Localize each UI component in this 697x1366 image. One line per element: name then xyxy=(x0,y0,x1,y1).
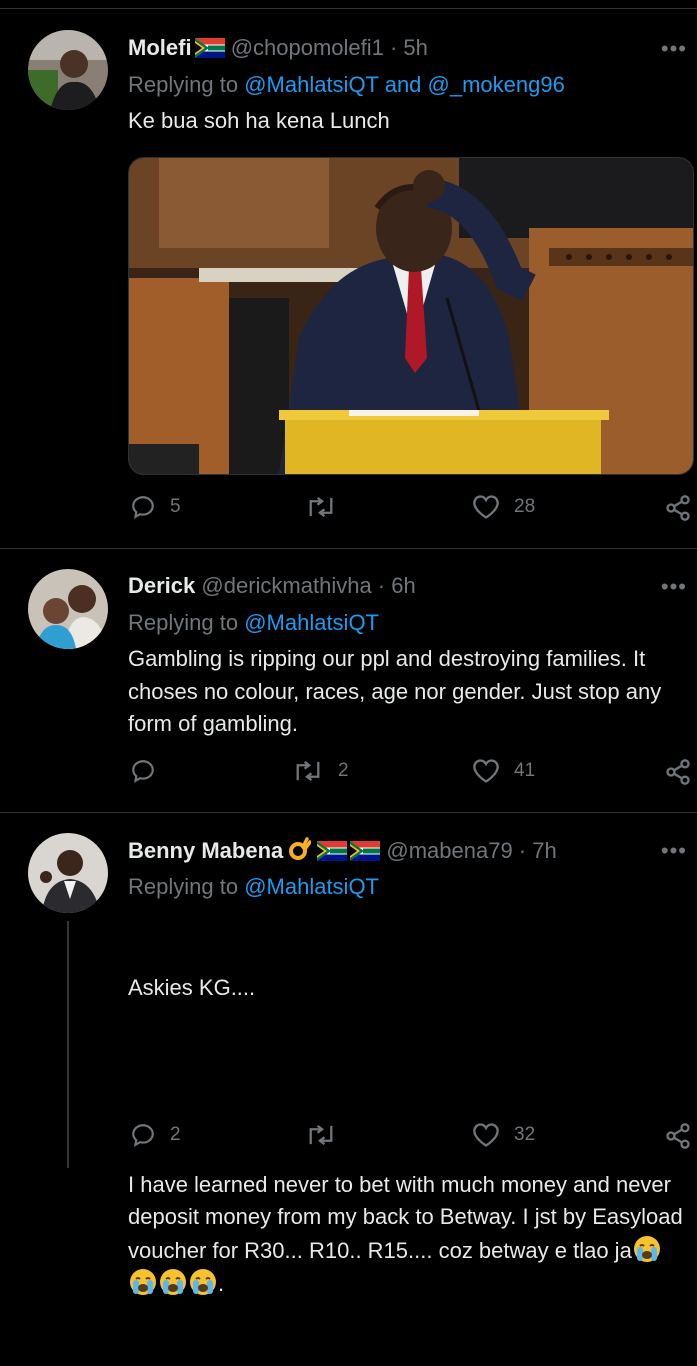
reply-mentions[interactable]: @MahlatsiQT and @_mokeng96 xyxy=(244,72,565,97)
avatar[interactable] xyxy=(28,569,108,649)
reply-count: 5 xyxy=(170,496,181,517)
display-name[interactable]: Molefi xyxy=(128,35,192,60)
replying-to-prefix: Replying to xyxy=(128,610,245,635)
reply-mentions[interactable]: @MahlatsiQT xyxy=(244,610,379,635)
tweet-text-paragraph-2: I have learned never to bet with much mo… xyxy=(128,1169,691,1301)
handle-and-time: @chopomolefi1 · 5h xyxy=(230,35,428,60)
replying-to-prefix: Replying to xyxy=(128,874,245,899)
crying-face-emoji-icon xyxy=(632,1235,662,1263)
share-icon xyxy=(664,1122,692,1150)
reply-count: 2 xyxy=(170,1124,181,1145)
tweet-text-line-1: Askies KG.... xyxy=(128,975,256,1000)
south-africa-flag-icon xyxy=(350,841,381,867)
crying-face-emoji-icon xyxy=(128,1269,158,1296)
tweet-image[interactable] xyxy=(128,157,694,475)
retweet-button[interactable] xyxy=(305,1122,351,1148)
like-count: 41 xyxy=(514,760,536,781)
replying-to: Replying to @MahlatsiQT xyxy=(128,610,379,636)
like-button[interactable]: 28 xyxy=(472,494,535,520)
share-button[interactable] xyxy=(664,1122,692,1150)
like-count: 28 xyxy=(514,496,536,517)
tweet-3[interactable]: Benny Mabena @mabena79 · 7h ••• Replying… xyxy=(0,813,697,1296)
crying-face-emoji-icon xyxy=(188,1269,218,1296)
display-name[interactable]: Benny Mabena xyxy=(128,838,283,863)
avatar[interactable] xyxy=(28,30,108,110)
reply-icon xyxy=(130,494,156,520)
replying-to-prefix: Replying to xyxy=(128,72,245,97)
retweet-button[interactable]: 2 xyxy=(292,758,349,784)
handle-and-time: @mabena79 · 7h xyxy=(386,838,557,863)
tweet-text-body: I have learned never to bet with much mo… xyxy=(128,1171,689,1263)
ok-hand-emoji-icon xyxy=(289,837,313,867)
tweet-text: Gambling is ripping our ppl and destroyi… xyxy=(128,646,668,736)
like-button[interactable]: 41 xyxy=(472,758,535,784)
reply-button[interactable] xyxy=(130,758,170,784)
avatar[interactable] xyxy=(28,833,108,913)
more-options-icon[interactable]: ••• xyxy=(661,574,687,600)
handle-and-time: @derickmathivha · 6h xyxy=(201,573,416,598)
share-button[interactable] xyxy=(664,494,692,522)
tweet-2[interactable]: Derick @derickmathivha · 6h ••• Replying… xyxy=(0,549,697,812)
tweet-header: Benny Mabena @mabena79 · 7h xyxy=(128,837,557,867)
reply-mentions[interactable]: @MahlatsiQT xyxy=(244,874,379,899)
tweet-actions: 5 28 xyxy=(0,494,697,530)
more-options-icon[interactable]: ••• xyxy=(661,36,687,62)
tweet-header: Molefi @chopomolefi1 · 5h xyxy=(128,35,428,64)
south-africa-flag-icon xyxy=(194,38,225,64)
retweet-count: 2 xyxy=(338,760,349,781)
retweet-icon xyxy=(292,758,324,784)
share-button[interactable] xyxy=(664,758,692,786)
reply-button[interactable]: 2 xyxy=(130,1122,181,1148)
like-button[interactable]: 32 xyxy=(472,1122,535,1148)
retweet-icon xyxy=(305,494,337,520)
tweet-actions: 2 32 xyxy=(0,1122,697,1158)
reply-icon xyxy=(130,758,156,784)
share-icon xyxy=(664,494,692,522)
tweet-text-end: . xyxy=(218,1271,225,1296)
heart-icon xyxy=(472,494,500,520)
retweet-button[interactable] xyxy=(305,494,351,520)
heart-icon xyxy=(472,758,500,784)
tweet-text: Ke bua soh ha kena Lunch xyxy=(128,108,390,133)
south-africa-flag-icon xyxy=(317,841,348,867)
replying-to: Replying to @MahlatsiQT xyxy=(128,874,379,900)
share-icon xyxy=(664,758,692,786)
crying-face-emoji-icon xyxy=(158,1269,188,1296)
reply-icon xyxy=(130,1122,156,1148)
tweet-actions: 2 41 xyxy=(0,758,697,794)
display-name[interactable]: Derick xyxy=(128,573,195,598)
retweet-icon xyxy=(305,1122,337,1148)
heart-icon xyxy=(472,1122,500,1148)
reply-button[interactable]: 5 xyxy=(130,494,181,520)
more-options-icon[interactable]: ••• xyxy=(661,838,687,864)
tweet-1[interactable]: Molefi @chopomolefi1 · 5h ••• Replying t… xyxy=(0,0,697,548)
tweet-header: Derick @derickmathivha · 6h xyxy=(128,573,416,599)
replying-to: Replying to @MahlatsiQT and @_mokeng96 xyxy=(128,72,565,98)
like-count: 32 xyxy=(514,1124,536,1145)
